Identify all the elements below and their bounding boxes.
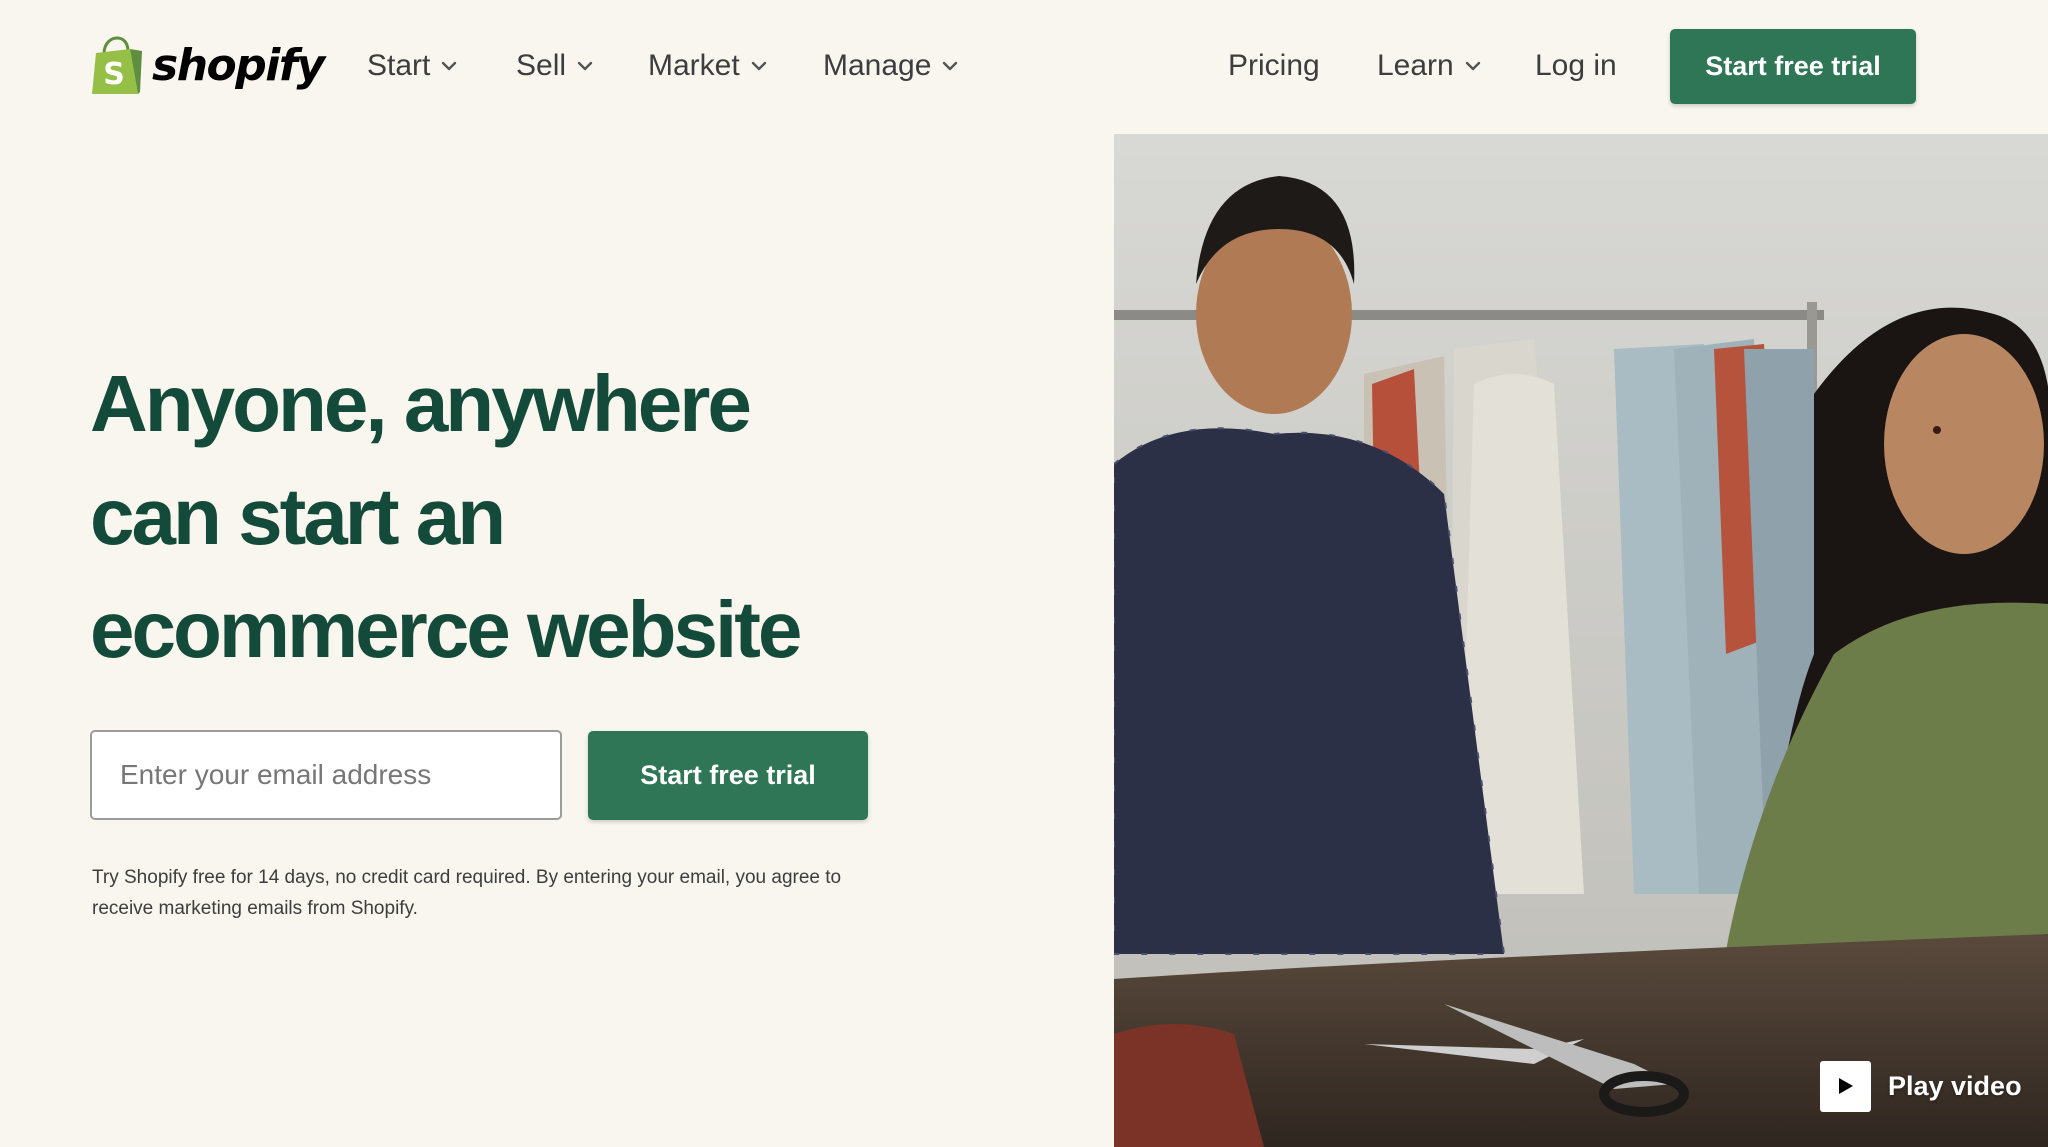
play-video-label: Play video: [1888, 1070, 2022, 1101]
nav-learn[interactable]: Learn: [1377, 44, 1482, 88]
nav-market-label: Market: [648, 49, 740, 82]
hero-video-thumbnail[interactable]: Play video: [1114, 134, 2048, 1147]
svg-text:S: S: [103, 57, 125, 92]
hero-headline: Anyone, anywhere can start an ecommerce …: [90, 347, 990, 686]
chevron-down-icon: [577, 61, 593, 71]
chevron-down-icon: [943, 61, 958, 71]
headline-line: can start an: [90, 472, 506, 561]
nav-learn-label: Learn: [1377, 49, 1454, 82]
chevron-down-icon: [751, 61, 766, 71]
headline-line: Anyone, anywhere: [90, 359, 752, 448]
hero-start-free-trial-button[interactable]: Start free trial: [588, 731, 868, 820]
play-video-button[interactable]: Play video: [1820, 1060, 2022, 1112]
headline-line: ecommerce website: [90, 585, 802, 674]
nav-manage[interactable]: Manage: [823, 44, 959, 88]
shop-owners-photo: [1114, 134, 2048, 1147]
nav-pricing-label: Pricing: [1228, 49, 1320, 82]
email-input[interactable]: [90, 730, 562, 820]
header-start-free-trial-button[interactable]: Start free trial: [1670, 29, 1916, 104]
nav-start-label: Start: [367, 49, 431, 82]
site-header: S shopify Start Sell Market Manage Prici…: [0, 0, 2048, 134]
trial-disclaimer: Try Shopify free for 14 days, no credit …: [92, 867, 842, 919]
nav-sell[interactable]: Sell: [516, 44, 594, 88]
chevron-down-icon: [442, 61, 457, 71]
nav-start[interactable]: Start: [367, 44, 458, 88]
chevron-down-icon: [1465, 61, 1480, 71]
logo-wordmark: shopify: [152, 40, 325, 91]
nav-login-label: Log in: [1535, 49, 1617, 82]
nav-manage-label: Manage: [823, 49, 932, 82]
shopify-logo[interactable]: S shopify: [90, 34, 325, 98]
nav-sell-label: Sell: [516, 49, 567, 82]
shopping-bag-icon: S: [92, 36, 142, 94]
nav-market[interactable]: Market: [648, 44, 768, 88]
nav-pricing[interactable]: Pricing: [1228, 44, 1320, 88]
play-icon: [1838, 1078, 1853, 1094]
nav-login[interactable]: Log in: [1535, 44, 1617, 88]
play-icon-box: [1820, 1060, 1871, 1112]
